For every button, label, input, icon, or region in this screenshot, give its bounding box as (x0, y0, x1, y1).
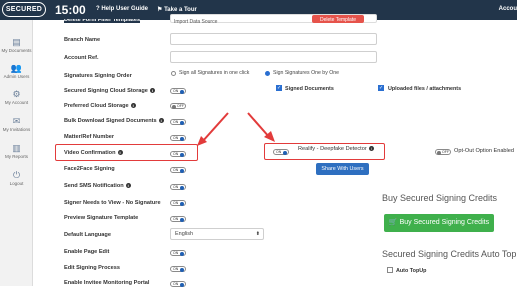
face2face-label: Face2Face Signing (64, 166, 115, 172)
send-sms-toggle[interactable]: ON (170, 184, 186, 190)
chevron-down-icon: ⬍ (255, 231, 260, 237)
signer-needs-view-toggle[interactable]: ON (170, 200, 186, 206)
arrow-to-video-confirmation (201, 112, 229, 143)
edit-signing-process-label: Edit Signing Process (64, 265, 120, 271)
face2face-toggle[interactable]: ON (170, 167, 186, 173)
default-language-select[interactable]: English ⬍ (170, 228, 264, 240)
auto-topup-heading: Secured Signing Credits Auto TopUp (382, 249, 517, 259)
edit-signing-process-toggle[interactable]: ON (170, 266, 186, 272)
preview-template-label: Preview Signature Template (64, 215, 139, 221)
annotation-arrows (197, 112, 275, 146)
send-sms-label: Send SMS Notification i (64, 183, 131, 189)
auto-topup-label: Auto TopUp (396, 268, 427, 274)
enable-page-edit-toggle[interactable]: ON (170, 250, 186, 256)
invitee-portal-label: Enable Invitee Monitoring Portal (64, 280, 150, 286)
default-language-label: Default Language (64, 232, 111, 238)
info-icon: i (125, 183, 131, 188)
arrow-to-realify (247, 112, 271, 139)
invitee-portal-toggle[interactable]: ON (170, 281, 186, 287)
signer-needs-view-label: Signer Needs to View - No Signature (64, 200, 161, 206)
buy-credits-button[interactable]: 🛒 Buy Secured Signing Credits (384, 214, 494, 232)
enable-page-edit-label: Enable Page Edit (64, 249, 110, 255)
preview-template-toggle[interactable]: ON (170, 216, 186, 222)
buy-credits-heading: Buy Secured Signing Credits (382, 193, 498, 203)
auto-topup-checkbox[interactable] (387, 267, 393, 273)
share-with-users-button[interactable]: Share With Users (316, 163, 369, 175)
cart-icon: 🛒 (388, 219, 398, 226)
